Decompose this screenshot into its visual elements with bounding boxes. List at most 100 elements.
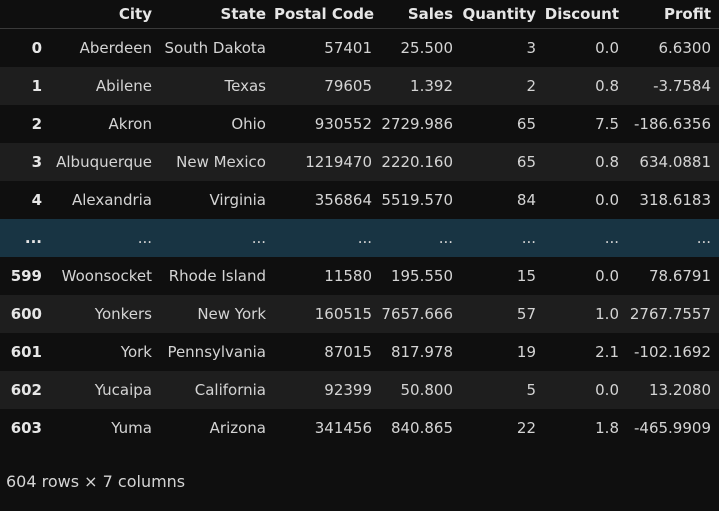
cell-city: York: [50, 332, 160, 371]
cell-city: Albuquerque: [50, 142, 160, 181]
cell-profit: -102.1692: [627, 332, 719, 371]
cell-discount: 0.0: [544, 370, 627, 409]
cell-quantity: 65: [461, 142, 544, 181]
cell-discount: 0.8: [544, 66, 627, 105]
cell-quantity: 84: [461, 180, 544, 219]
cell-quantity: 15: [461, 256, 544, 295]
cell-sales: 50.800: [380, 370, 461, 409]
cell-state: Rhode Island: [160, 256, 274, 295]
cell-quantity: 19: [461, 332, 544, 371]
cell-discount: 7.5: [544, 104, 627, 143]
cell-discount: 0.8: [544, 142, 627, 181]
cell-sales: 840.865: [380, 408, 461, 447]
row-index: 599: [0, 256, 50, 295]
cell-postal-code: 87015: [274, 332, 380, 371]
cell-city: Yonkers: [50, 294, 160, 333]
row-index: 1: [0, 66, 50, 105]
column-header-state: State: [160, 0, 274, 29]
table-row: 603 Yuma Arizona 341456 840.865 22 1.8 -465.990…: [0, 408, 719, 447]
cell-state: South Dakota: [160, 28, 274, 67]
cell-sales: 195.550: [380, 256, 461, 295]
cell-city: Yucaipa: [50, 370, 160, 409]
table-body: 0 Aberdeen South Dakota 57401 25.500 3 0.0 6.63…: [0, 28, 719, 447]
cell-profit: 78.6791: [627, 256, 719, 295]
cell-city: Woonsocket: [50, 256, 160, 295]
table-row: 0 Aberdeen South Dakota 57401 25.500 3 0.0 6.63…: [0, 28, 719, 67]
table-row: 601 York Pennsylvania 87015 817.978 19 2.1 -102…: [0, 332, 719, 371]
cell-postal-code: 57401: [274, 28, 380, 67]
cell-state: Virginia: [160, 180, 274, 219]
cell-postal-code: ...: [274, 218, 380, 257]
column-header-postal-code: Postal Code: [274, 0, 380, 29]
cell-discount: 0.0: [544, 256, 627, 295]
cell-sales: ...: [380, 218, 461, 257]
cell-city: Yuma: [50, 408, 160, 447]
dataframe-output: City State Postal Code Sales Quantity Di…: [0, 0, 719, 511]
cell-profit: 318.6183: [627, 180, 719, 219]
cell-profit: 6.6300: [627, 28, 719, 67]
row-index: 603: [0, 408, 50, 447]
cell-discount: ...: [544, 218, 627, 257]
cell-state: New York: [160, 294, 274, 333]
row-index: 602: [0, 370, 50, 409]
column-header-city: City: [50, 0, 160, 29]
cell-state: Pennsylvania: [160, 332, 274, 371]
table-header: City State Postal Code Sales Quantity Di…: [0, 0, 719, 29]
cell-postal-code: 160515: [274, 294, 380, 333]
cell-state: New Mexico: [160, 142, 274, 181]
cell-profit: 2767.7557: [627, 294, 719, 333]
cell-city: Alexandria: [50, 180, 160, 219]
cell-postal-code: 1219470: [274, 142, 380, 181]
cell-quantity: 22: [461, 408, 544, 447]
cell-discount: 1.8: [544, 408, 627, 447]
cell-city: Akron: [50, 104, 160, 143]
cell-sales: 1.392: [380, 66, 461, 105]
cell-discount: 1.0: [544, 294, 627, 333]
cell-postal-code: 92399: [274, 370, 380, 409]
cell-state: ...: [160, 218, 274, 257]
cell-postal-code: 341456: [274, 408, 380, 447]
table-row: 602 Yucaipa California 92399 50.800 5 0.0 13.20…: [0, 370, 719, 409]
cell-profit: 13.2080: [627, 370, 719, 409]
cell-discount: 0.0: [544, 28, 627, 67]
index-header: [0, 0, 50, 29]
table-row: 3 Albuquerque New Mexico 1219470 2220.160 65 0…: [0, 142, 719, 181]
column-header-profit: Profit: [627, 0, 719, 29]
cell-postal-code: 79605: [274, 66, 380, 105]
shape-summary: 604 rows × 7 columns: [6, 472, 186, 491]
cell-postal-code: 11580: [274, 256, 380, 295]
cell-profit: -3.7584: [627, 66, 719, 105]
table-row: 4 Alexandria Virginia 356864 5519.570 84 0.0 31…: [0, 180, 719, 219]
cell-discount: 0.0: [544, 180, 627, 219]
cell-profit: -186.6356: [627, 104, 719, 143]
cell-city: Abilene: [50, 66, 160, 105]
column-header-discount: Discount: [544, 0, 627, 29]
row-index: 4: [0, 180, 50, 219]
header-row: City State Postal Code Sales Quantity Di…: [0, 0, 719, 29]
row-index: 0: [0, 28, 50, 67]
table-row: 2 Akron Ohio 930552 2729.986 65 7.5 -186.6356: [0, 104, 719, 143]
cell-sales: 2729.986: [380, 104, 461, 143]
cell-profit: ...: [627, 218, 719, 257]
cell-quantity: 2: [461, 66, 544, 105]
cell-sales: 25.500: [380, 28, 461, 67]
cell-quantity: ...: [461, 218, 544, 257]
cell-discount: 2.1: [544, 332, 627, 371]
cell-quantity: 65: [461, 104, 544, 143]
cell-sales: 7657.666: [380, 294, 461, 333]
cell-quantity: 57: [461, 294, 544, 333]
dataframe-table: City State Postal Code Sales Quantity Di…: [0, 0, 719, 447]
cell-state: California: [160, 370, 274, 409]
cell-sales: 817.978: [380, 332, 461, 371]
ellipsis-row: ........................: [0, 218, 719, 257]
cell-quantity: 3: [461, 28, 544, 67]
cell-state: Ohio: [160, 104, 274, 143]
cell-profit: 634.0881: [627, 142, 719, 181]
cell-city: Aberdeen: [50, 28, 160, 67]
column-header-sales: Sales: [380, 0, 461, 29]
row-index: 2: [0, 104, 50, 143]
table-row: 1 Abilene Texas 79605 1.392 2 0.8 -3.7584: [0, 66, 719, 105]
table-row: 599 Woonsocket Rhode Island 11580 195.550 15 0…: [0, 256, 719, 295]
cell-sales: 5519.570: [380, 180, 461, 219]
cell-postal-code: 356864: [274, 180, 380, 219]
